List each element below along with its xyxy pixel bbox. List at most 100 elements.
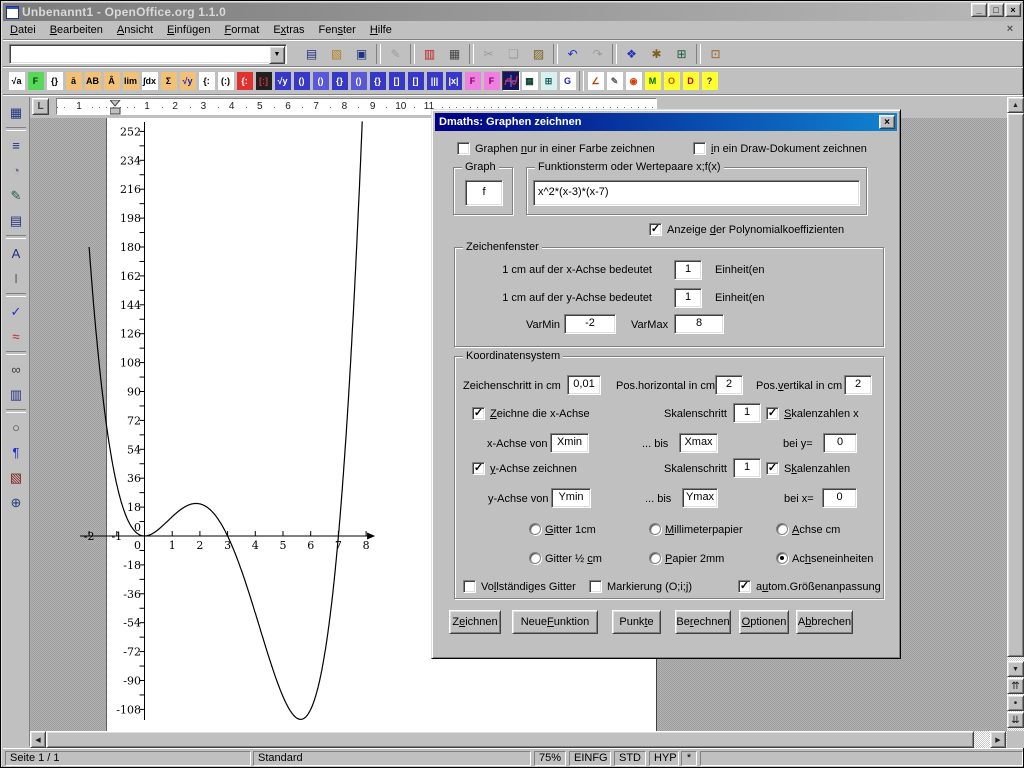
dmaths-abs-icon[interactable]: |x| [445,71,463,91]
insert-table-icon[interactable]: ▦ [5,101,28,124]
dmaths-dialog[interactable]: Dmaths: Graphen zeichnen × Graphen nur i… [431,109,901,659]
dmaths-m-icon[interactable]: M [644,71,662,91]
menu-format[interactable]: Format [217,22,266,38]
scroll-right-icon[interactable]: ▶ [990,731,1006,748]
online-layout-icon[interactable]: ⊕ [5,491,28,514]
new-document-icon[interactable]: ▤ [300,43,323,65]
next-page-icon[interactable]: ⇊ [1007,712,1024,728]
papier-2mm-radio[interactable] [649,552,661,564]
stylist-icon[interactable]: ✱ [645,43,668,65]
dmaths-paren3-blue-icon[interactable]: () [350,71,368,91]
title-bar[interactable]: Unbenannt1 - OpenOffice.org 1.1.0 [3,3,1023,21]
url-combobox[interactable]: ▼ [9,44,287,64]
horizontal-scrollbar-thumb[interactable] [46,731,974,748]
dmaths-f-magenta-icon[interactable]: F [464,71,482,91]
indent-marker[interactable] [110,100,121,115]
dmaths-edit-icon[interactable]: ✎ [606,71,624,91]
varmin-field[interactable]: -2 [564,314,616,334]
insert-graphics-icon[interactable]: ⊡ [704,43,727,65]
nonprinting-characters-icon[interactable]: ¶ [5,441,28,464]
skalenschritt-x-field[interactable]: 1 [733,403,761,423]
dmaths-paren2-blue-icon[interactable]: () [312,71,330,91]
cut-icon[interactable]: ✂ [477,43,500,65]
vollstaendiges-gitter-checkbox[interactable] [463,580,476,593]
save-document-icon[interactable]: ▣ [350,43,373,65]
dmaths-d-icon[interactable]: D [682,71,700,91]
show-draw-functions-icon[interactable]: ✎ [5,184,28,207]
status-hyperlink-mode[interactable]: HYP [649,751,679,766]
millimeterpapier-radio[interactable] [649,523,661,535]
abbrechen-button[interactable]: Abbrechen [796,610,853,634]
neue-funktion-button[interactable]: Neue Funktion [512,610,598,634]
data-sources-icon[interactable]: ▥ [5,383,28,406]
markierung-checkbox[interactable] [589,580,602,593]
dmaths-bracket-black-icon[interactable]: [:] [255,71,273,91]
skalenschritt-y-field[interactable]: 1 [733,458,761,478]
dmaths-segment-icon[interactable]: AB [84,71,102,91]
x-axis-cm-field[interactable]: 1 [674,260,702,280]
draw-document-checkbox[interactable] [693,142,706,155]
gallery-icon[interactable]: ⊞ [670,43,693,65]
dmaths-brace2-blue-icon[interactable]: {} [369,71,387,91]
status-selection-mode[interactable]: STD [614,751,646,766]
x-from-field[interactable]: Xmin [550,433,589,453]
autosize-checkbox[interactable] [738,580,751,593]
scroll-down-icon[interactable]: ▼ [1007,661,1024,677]
dmaths-angle-icon[interactable]: Â [103,71,121,91]
open-file-icon[interactable]: ▧ [325,43,348,65]
export-pdf-icon[interactable]: ▥ [418,43,441,65]
navigation-icon[interactable]: • [1007,695,1024,711]
dialog-close-icon[interactable]: × [879,115,895,129]
x-to-field[interactable]: Xmax [679,433,718,453]
dmaths-brace-red-icon[interactable]: {: [236,71,254,91]
close-document-icon[interactable]: × [1003,23,1017,37]
achseneinheiten-radio[interactable] [776,552,788,564]
menu-einfuegen[interactable]: Einfügen [160,22,217,38]
dialog-title-bar[interactable]: Dmaths: Graphen zeichnen [435,113,897,131]
optionen-button[interactable]: Optionen [739,610,789,634]
zoom-icon[interactable]: ○ [5,416,28,439]
draw-y-axis-checkbox[interactable] [472,462,485,475]
insert-fields-icon[interactable]: ≡ [5,134,28,157]
dmaths-sqrt-a-icon[interactable]: √a [8,71,26,91]
dmaths-paren-blue-icon[interactable]: () [293,71,311,91]
dmaths-vector-icon[interactable]: ā [65,71,83,91]
autospellcheck-icon[interactable]: ≈ [5,325,28,348]
dmaths-help-icon[interactable]: ? [701,71,719,91]
copy-icon[interactable]: ❏ [502,43,525,65]
status-zoom[interactable]: 75% [534,751,566,766]
edit-file-icon[interactable]: ✎ [384,43,407,65]
dmaths-f-cursor-icon[interactable]: F [483,71,501,91]
bei-y-field[interactable]: 0 [823,433,857,453]
url-value[interactable] [10,45,268,63]
dmaths-sum-icon[interactable]: Σ [160,71,178,91]
polynomial-coefficients-checkbox[interactable] [649,223,662,236]
horizontal-scrollbar[interactable]: ◀ ▶ [30,731,1007,748]
url-dropdown-icon[interactable]: ▼ [269,46,285,64]
close-button[interactable]: × [1005,3,1021,17]
dmaths-norm-icon[interactable]: ||| [426,71,444,91]
dmaths-limit-icon[interactable]: lim [122,71,140,91]
punkte-button[interactable]: Punkte [612,610,661,634]
undo-icon[interactable]: ↶ [561,43,584,65]
dmaths-geometry-icon[interactable]: ∠ [587,71,605,91]
scroll-left-icon[interactable]: ◀ [30,731,46,748]
spellcheck-icon[interactable]: ✓ [5,300,28,323]
dmaths-draw-graph-icon[interactable] [502,71,520,91]
menu-hilfe[interactable]: Hilfe [363,22,399,38]
form-icon[interactable]: ▤ [5,209,28,232]
dmaths-braces-icon[interactable]: {} [46,71,64,91]
autotext-icon[interactable]: A [5,242,28,265]
skalenzahlen-x-checkbox[interactable] [766,407,779,420]
dmaths-function-icon[interactable]: F [27,71,45,91]
graph-name-field[interactable]: f [465,180,503,206]
dmaths-integral-icon[interactable]: ∫dx [141,71,159,91]
menu-extras[interactable]: Extras [266,22,311,38]
y-to-field[interactable]: Ymax [682,488,718,508]
dmaths-bracket-blue-icon[interactable]: [] [388,71,406,91]
status-page-style[interactable]: Standard [253,751,531,766]
zeichnen-button[interactable]: Zeichnen [449,610,501,634]
navigator-icon[interactable]: ❖ [620,43,643,65]
function-term-input[interactable]: x^2*(x-3)*(x-7) [533,180,860,206]
direct-cursor-icon[interactable]: I [5,267,28,290]
